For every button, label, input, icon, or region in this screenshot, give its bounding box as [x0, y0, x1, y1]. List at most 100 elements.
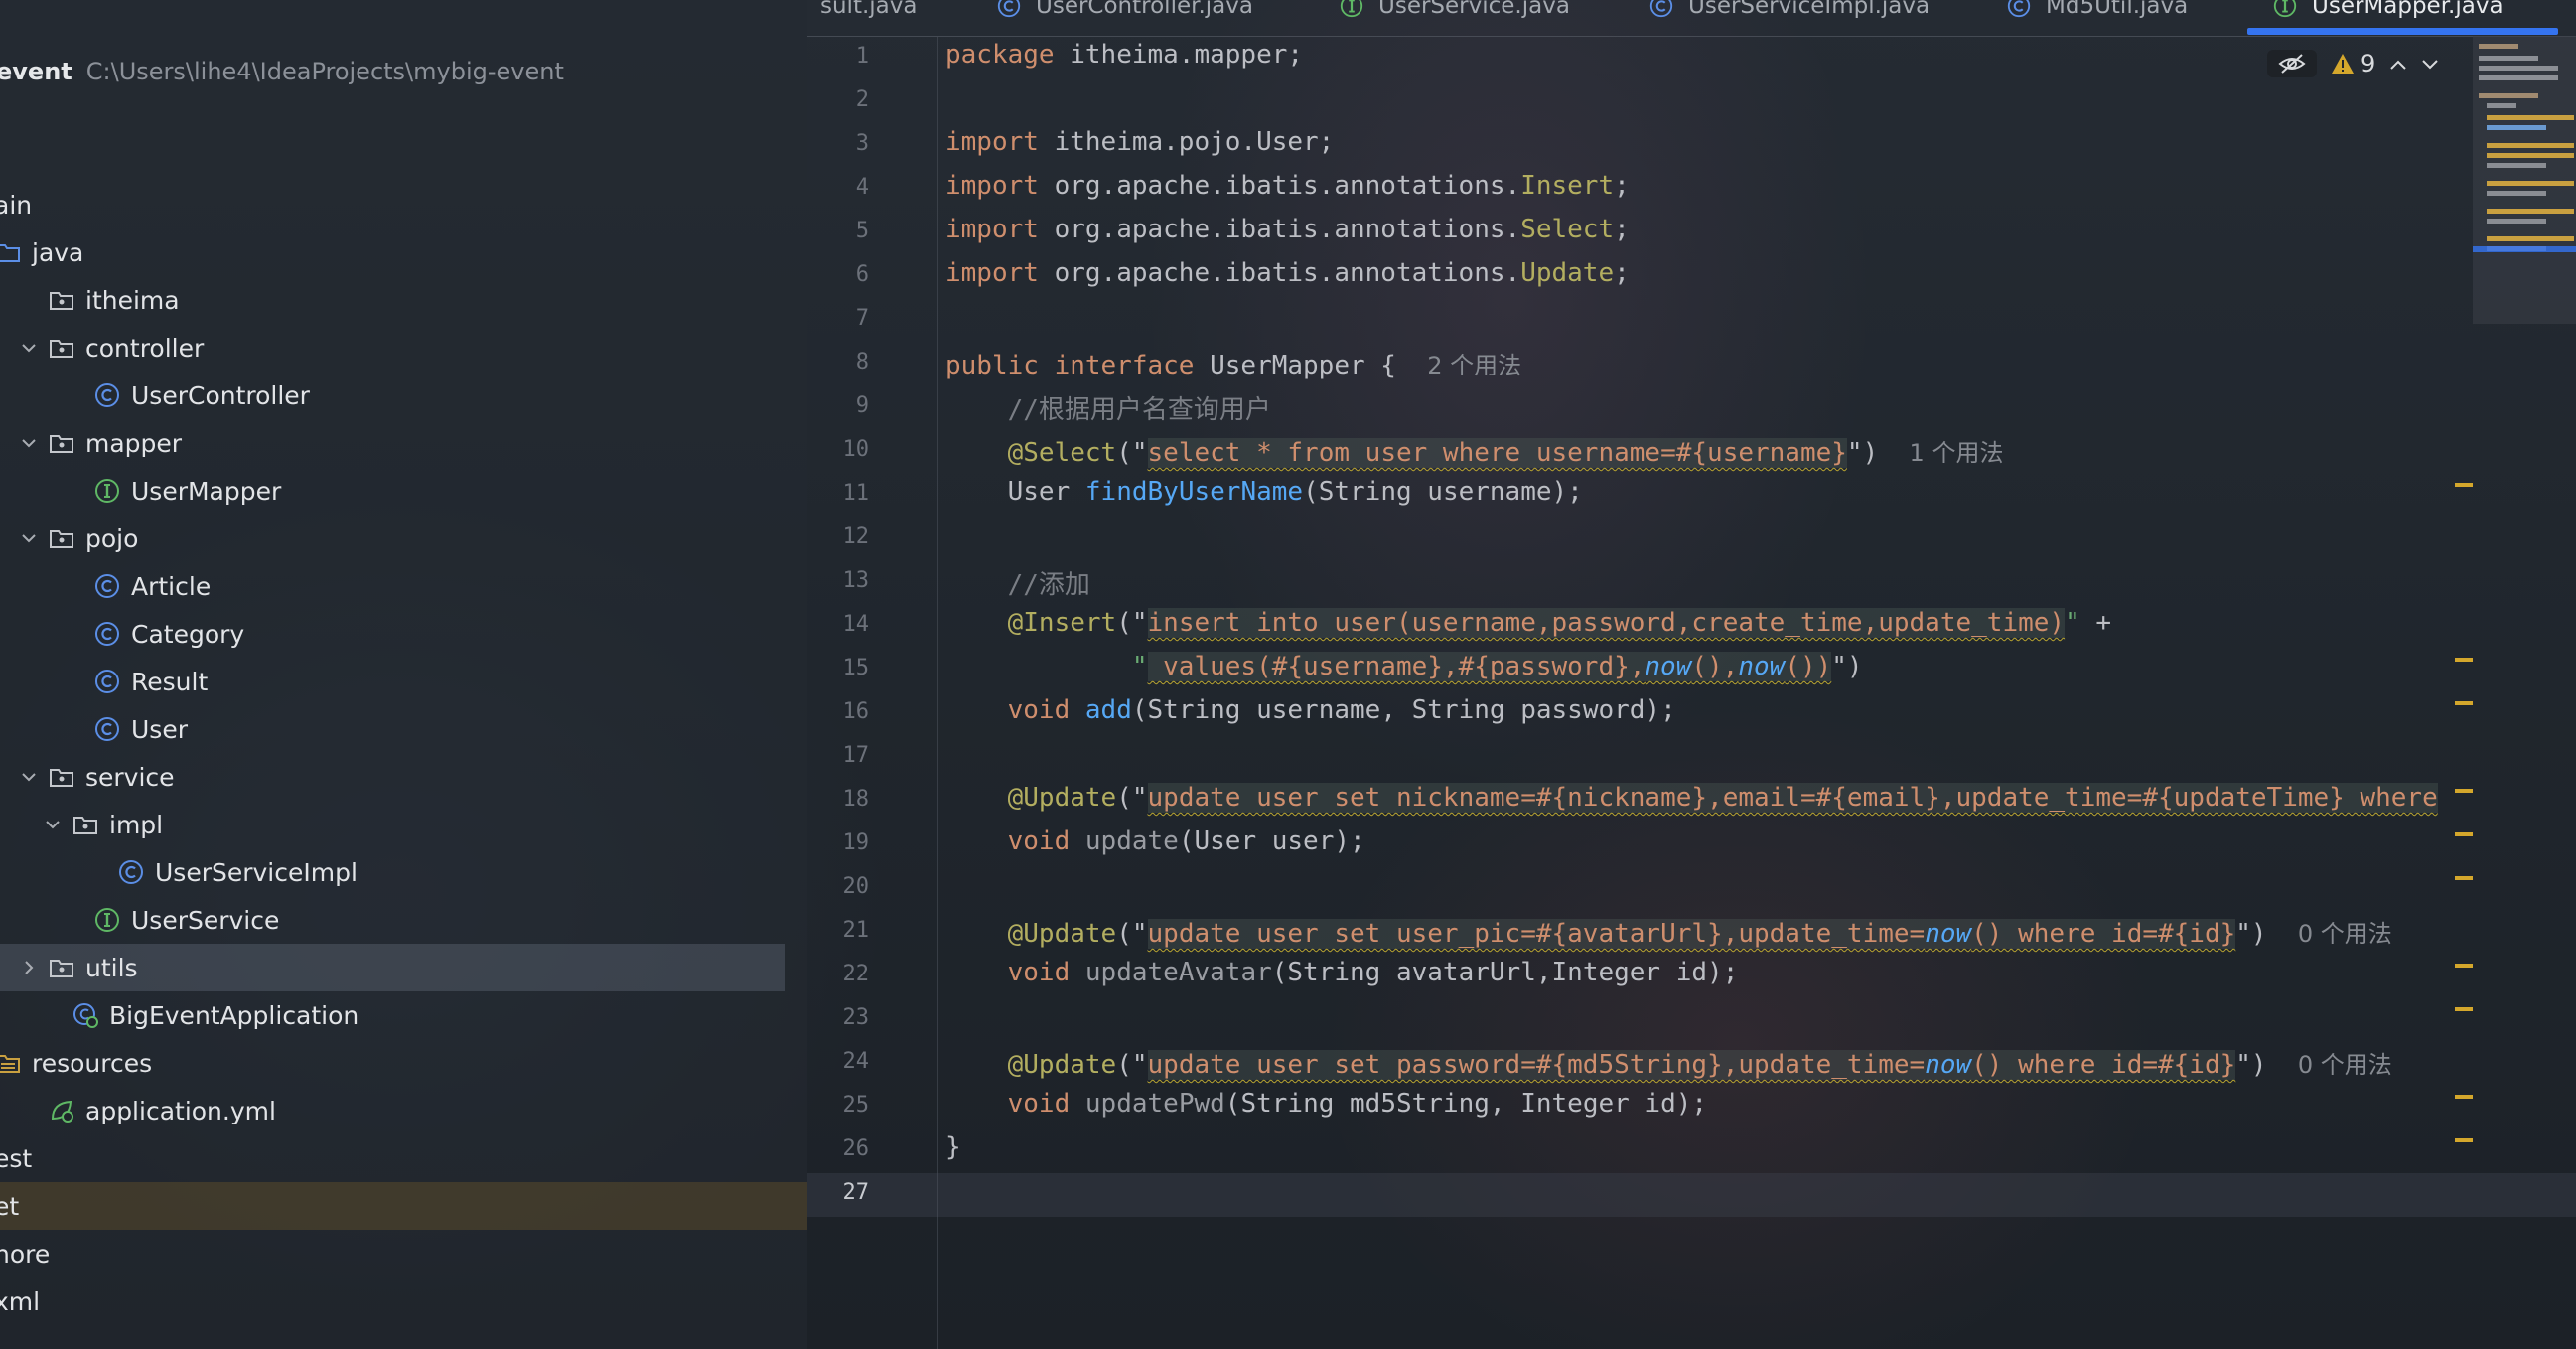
- line-number[interactable]: 7: [807, 306, 869, 331]
- next-highlight-button[interactable]: [2421, 52, 2439, 75]
- line-number[interactable]: 27: [807, 1180, 870, 1205]
- code-line-13[interactable]: //添加: [945, 564, 1090, 601]
- tree-item-xml[interactable]: xml: [0, 1277, 785, 1325]
- code-line-10[interactable]: @Select("select * from user where userna…: [945, 433, 2003, 468]
- line-number[interactable]: 9: [807, 393, 869, 418]
- tree-item-mapper[interactable]: mapper: [0, 419, 785, 467]
- code-minimap[interactable]: [2473, 36, 2576, 324]
- code-line-26[interactable]: }: [945, 1132, 961, 1162]
- editor-tab-userserviceimpl-java[interactable]: UserServiceImpl.java: [1648, 0, 1930, 24]
- line-number[interactable]: 8: [807, 350, 869, 375]
- chevron-right-icon[interactable]: [18, 957, 40, 978]
- warning-stripe-mark[interactable]: [2455, 483, 2473, 487]
- tree-item-itheima[interactable]: itheima: [0, 276, 785, 324]
- line-number[interactable]: 25: [807, 1093, 870, 1118]
- warning-stripe-mark[interactable]: [2455, 658, 2473, 662]
- editor-tab-usermapper-java[interactable]: UserMapper.java: [2272, 0, 2504, 24]
- tree-item-user[interactable]: User: [0, 705, 785, 753]
- code-line-24[interactable]: @Update("update user set password=#{md5S…: [945, 1045, 2392, 1080]
- line-number[interactable]: 18: [807, 787, 870, 812]
- code-line-8[interactable]: public interface UserMapper { 2 个用法: [945, 346, 1521, 380]
- chevron-down-icon[interactable]: [42, 814, 64, 835]
- line-number[interactable]: 20: [807, 874, 870, 899]
- line-number[interactable]: 26: [807, 1136, 870, 1161]
- editor-tab-userservice-java[interactable]: UserService.java: [1339, 0, 1570, 24]
- tree-item-controller[interactable]: controller: [0, 324, 785, 372]
- code-line-22[interactable]: void updateAvatar(String avatarUrl,Integ…: [945, 958, 1739, 987]
- tree-item-userservice[interactable]: UserService: [0, 896, 785, 944]
- code-line-3[interactable]: import itheima.pojo.User;: [945, 127, 1334, 157]
- usages-hint[interactable]: 1 个用法: [1910, 439, 2004, 467]
- editor-tab-md5util-java[interactable]: Md5Util.java: [2006, 0, 2188, 24]
- line-number[interactable]: 12: [807, 525, 870, 549]
- warning-stripe-mark[interactable]: [2455, 1138, 2473, 1142]
- tree-item-usercontroller[interactable]: UserController: [0, 372, 785, 419]
- tree-item-impl[interactable]: impl: [0, 801, 785, 848]
- line-number[interactable]: 11: [807, 481, 870, 506]
- usages-hint[interactable]: 0 个用法: [2298, 1051, 2392, 1079]
- tree-item-ain[interactable]: ain: [0, 181, 785, 228]
- tree-item-userserviceimpl[interactable]: UserServiceImpl: [0, 848, 785, 896]
- line-number[interactable]: 6: [807, 262, 869, 287]
- warning-stripe-mark[interactable]: [2455, 832, 2473, 836]
- warning-stripe-mark[interactable]: [2455, 789, 2473, 793]
- tree-item-resources[interactable]: resources: [0, 1039, 785, 1087]
- tree-item-result[interactable]: Result: [0, 658, 785, 705]
- warning-stripe-mark[interactable]: [2455, 1095, 2473, 1099]
- tree-item-article[interactable]: Article: [0, 562, 785, 610]
- warning-stripe-mark[interactable]: [2455, 1007, 2473, 1011]
- tree-item-est[interactable]: est: [0, 1134, 785, 1182]
- code-line-4[interactable]: import org.apache.ibatis.annotations.Ins…: [945, 171, 1630, 201]
- warning-stripe-mark[interactable]: [2455, 964, 2473, 968]
- line-number[interactable]: 4: [807, 175, 869, 200]
- tree-item-pojo[interactable]: pojo: [0, 515, 785, 562]
- line-number[interactable]: 15: [807, 656, 870, 680]
- minimap-viewport[interactable]: [2473, 246, 2576, 252]
- line-number[interactable]: 5: [807, 219, 869, 243]
- tree-item-et[interactable]: et: [0, 1182, 807, 1230]
- code-line-16[interactable]: void add(String username, String passwor…: [945, 695, 1676, 725]
- code-line-14[interactable]: @Insert("insert into user(username,passw…: [945, 608, 2111, 638]
- line-number[interactable]: 2: [807, 87, 869, 112]
- code-line-11[interactable]: User findByUserName(String username);: [945, 477, 1583, 507]
- code-line-9[interactable]: //根据用户名查询用户: [945, 389, 1271, 426]
- code-line-6[interactable]: import org.apache.ibatis.annotations.Upd…: [945, 258, 1630, 288]
- line-number[interactable]: 19: [807, 830, 870, 855]
- tree-item-nore[interactable]: nore: [0, 1230, 785, 1277]
- code-line-21[interactable]: @Update("update user set user_pic=#{avat…: [945, 914, 2392, 949]
- tree-item-usermapper[interactable]: UserMapper: [0, 467, 785, 515]
- line-number[interactable]: 17: [807, 743, 870, 768]
- warnings-counter[interactable]: 9: [2331, 50, 2375, 77]
- line-number[interactable]: 24: [807, 1049, 870, 1074]
- tree-item-category[interactable]: Category: [0, 610, 785, 658]
- line-number[interactable]: 16: [807, 699, 870, 724]
- chevron-down-icon[interactable]: [18, 766, 40, 788]
- line-number[interactable]: 14: [807, 612, 870, 637]
- reader-mode-toggle[interactable]: [2267, 50, 2317, 77]
- editor-tab-usercontroller-java[interactable]: UserController.java: [996, 0, 1253, 24]
- line-number[interactable]: 23: [807, 1005, 870, 1030]
- line-number[interactable]: 3: [807, 131, 869, 156]
- tree-item-bigeventapplication[interactable]: BigEventApplication: [0, 991, 785, 1039]
- editor-tab-sult-java[interactable]: sult.java: [820, 0, 917, 24]
- tree-item-application-yml[interactable]: application.yml: [0, 1087, 785, 1134]
- usages-hint[interactable]: 0 个用法: [2298, 920, 2392, 948]
- chevron-down-icon[interactable]: [18, 337, 40, 359]
- code-line-5[interactable]: import org.apache.ibatis.annotations.Sel…: [945, 215, 1630, 244]
- line-number[interactable]: 1: [807, 44, 869, 69]
- tree-item-service[interactable]: service: [0, 753, 785, 801]
- code-line-15[interactable]: " values(#{username},#{password},now(),n…: [945, 652, 1863, 681]
- code-line-18[interactable]: @Update("update user set nickname=#{nick…: [945, 783, 2438, 813]
- line-number[interactable]: 22: [807, 962, 870, 986]
- tree-item-utils[interactable]: utils: [0, 944, 785, 991]
- line-number[interactable]: 21: [807, 918, 870, 943]
- code-line-19[interactable]: void update(User user);: [945, 826, 1365, 856]
- warning-stripe-mark[interactable]: [2455, 876, 2473, 880]
- line-number[interactable]: 10: [807, 437, 870, 462]
- tree-item-java[interactable]: java: [0, 228, 785, 276]
- previous-highlight-button[interactable]: [2389, 52, 2407, 75]
- usages-hint[interactable]: 2 个用法: [1427, 352, 1521, 379]
- warning-stripe-mark[interactable]: [2455, 701, 2473, 705]
- chevron-down-icon[interactable]: [18, 527, 40, 549]
- line-number[interactable]: 13: [807, 568, 870, 593]
